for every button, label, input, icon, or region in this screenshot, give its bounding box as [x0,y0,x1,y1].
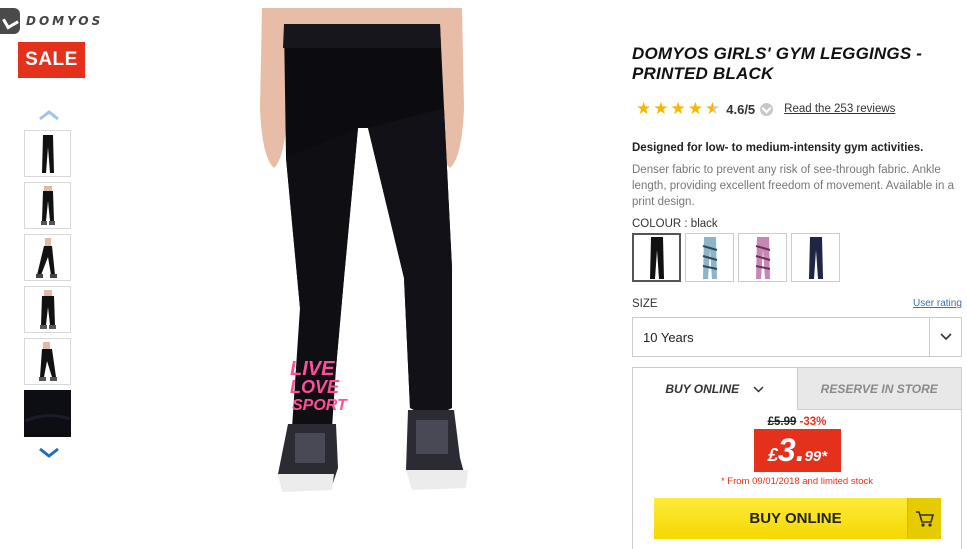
leggings-worn-thumb-icon [39,289,56,329]
discount-badge: -33% [799,416,827,428]
chevron-down-icon [753,385,764,393]
half-star-icon: ★ [705,99,721,118]
domyos-logo-icon [0,8,20,34]
blue-print-leggings-icon [702,236,717,279]
size-label: SIZE [632,298,658,310]
product-info-panel: DOMYOS GIRLS' GYM LEGGINGS - PRINTED BLA… [632,44,962,84]
colour-label-text: COLOUR : [632,218,691,230]
leggings-back-thumb-icon [40,185,55,225]
thumbnail-list [24,130,71,437]
chevron-down-icon [939,333,952,341]
chevron-down-icon [39,447,59,458]
star-icon: ★ [636,99,652,118]
tab-buy-online-label: BUY ONLINE [665,382,740,396]
tab-buy-online[interactable]: BUY ONLINE [633,368,797,410]
leggings-photo-icon: LIVE LOVE SPORT [260,8,468,492]
thumbnail-up-arrow[interactable] [37,108,61,122]
old-price-row: £5.99 -33% [633,416,961,428]
size-selected-value: 10 Years [643,329,694,345]
leggings-front-thumb-icon [41,134,54,173]
colour-label: COLOUR : black [632,218,718,230]
black-leggings-icon [649,236,664,279]
leggings-print-line-3: SPORT [292,397,348,414]
thumbnail-1[interactable] [24,130,71,177]
swatch-blue-print[interactable] [685,233,734,282]
tab-reserve-in-store[interactable]: RESERVE IN STORE [796,368,961,410]
thumbnail-6[interactable] [24,390,71,437]
pink-print-leggings-icon [755,236,770,279]
fabric-closeup-thumb-icon [25,391,70,436]
purchase-box: BUY ONLINE RESERVE IN STORE £5.99 -33% £… [632,367,962,549]
long-description: Denser fabric to prevent any risk of see… [632,164,954,208]
cart-icon [907,498,941,539]
purchase-tabs: BUY ONLINE RESERVE IN STORE [633,368,961,410]
price-main: 3. [777,432,805,468]
price-decimals: 99* [804,448,828,465]
rating-stars: ★ ★ ★ ★ ★ [636,100,720,118]
user-rating-link[interactable]: User rating [913,298,962,309]
leggings-side-thumb-icon [35,237,57,278]
rating-row: ★ ★ ★ ★ ★ 4.6/5 Read the 253 reviews [636,100,895,118]
brand-logo[interactable]: DOMYOS [0,8,103,34]
navy-leggings-icon [808,236,823,279]
swatch-black[interactable] [632,233,681,282]
thumbnail-2[interactable] [24,182,71,229]
product-main-image[interactable]: LIVE LOVE SPORT [240,8,522,498]
brand-name: DOMYOS [26,14,104,28]
thumbnail-3[interactable] [24,234,71,281]
buy-online-button[interactable]: BUY ONLINE [654,498,941,539]
thumbnail-down-arrow[interactable] [37,446,61,460]
buy-online-button-label: BUY ONLINE [749,510,842,527]
rating-value: 4.6/5 [726,101,756,117]
thumbnail-5[interactable] [24,338,71,385]
colour-swatches [632,233,840,282]
swatch-pink-print[interactable] [738,233,787,282]
thumbnail-4[interactable] [24,286,71,333]
reviews-link[interactable]: Read the 253 reviews [784,103,895,115]
star-icon: ★ [687,99,703,118]
swatch-navy[interactable] [791,233,840,282]
size-select[interactable]: 10 Years [632,317,962,357]
size-dropdown-toggle[interactable] [929,318,961,356]
sale-badge: SALE [18,42,85,78]
old-price: £5.99 [767,416,797,428]
product-title: DOMYOS GIRLS' GYM LEGGINGS - PRINTED BLA… [632,44,923,83]
colour-selected-value: black [690,218,718,230]
chevron-up-icon [39,110,59,121]
rating-dropdown-icon[interactable] [760,102,774,116]
stock-note: * From 09/01/2018 and limited stock [720,476,874,487]
star-icon: ★ [653,99,669,118]
star-icon: ★ [670,99,686,118]
leggings-pose-thumb-icon [38,341,57,381]
price-currency: £ [767,445,778,465]
leggings-print-line-2: LOVE [290,377,340,397]
current-price: £ 3. 99* [754,429,841,472]
short-description: Designed for low- to medium-intensity gy… [632,142,924,154]
